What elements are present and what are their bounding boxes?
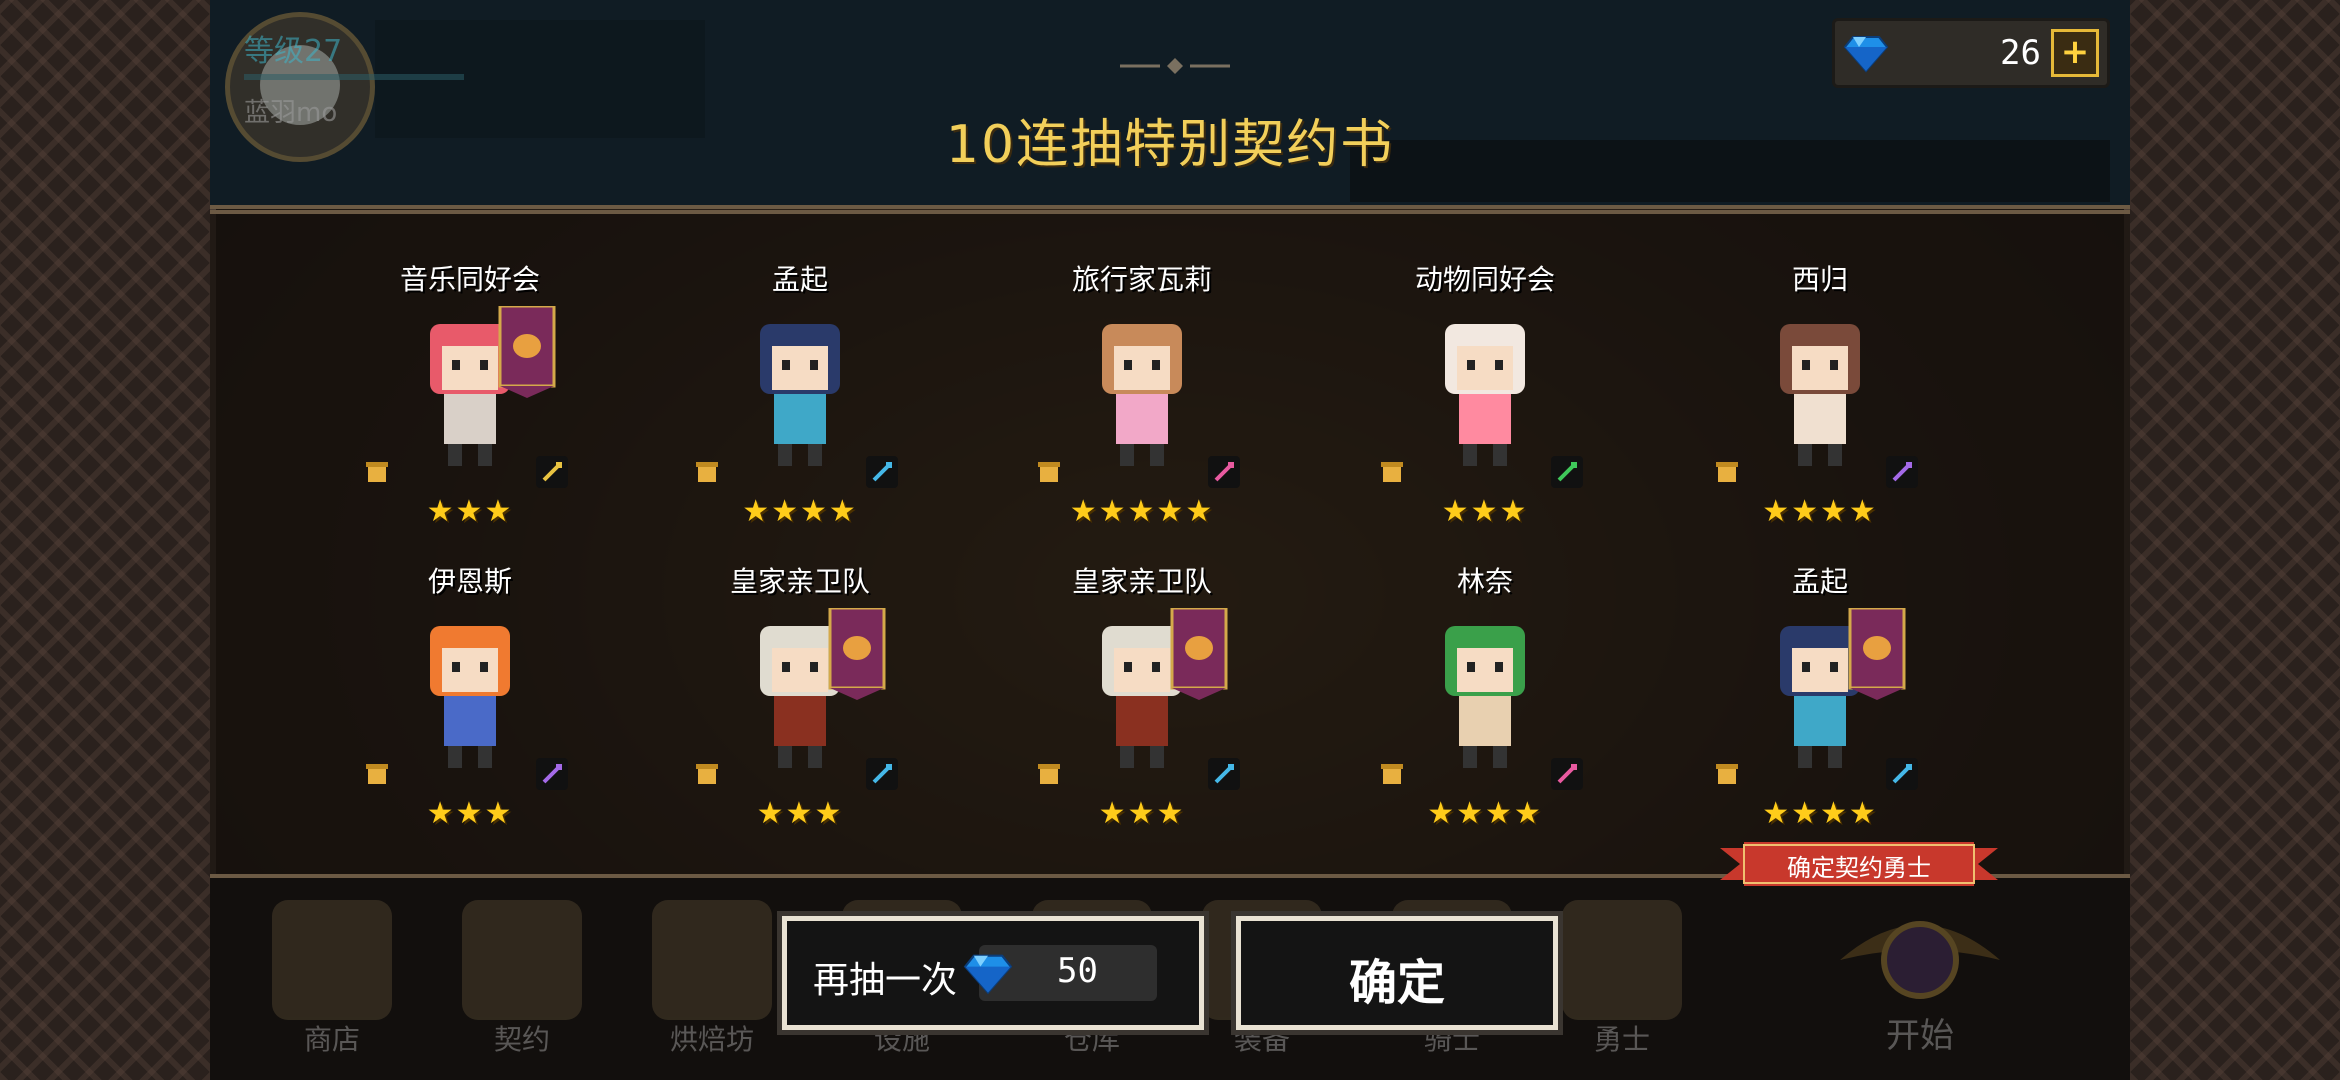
hero-sprite xyxy=(1780,324,1860,466)
scroll-icon xyxy=(1038,764,1060,784)
hero-card[interactable]: 动物同好会 ★★★ xyxy=(1345,258,1625,558)
sword-icon xyxy=(1886,758,1918,790)
star-rating: ★★★★★ xyxy=(1069,494,1215,529)
bakery-icon xyxy=(652,900,772,1020)
hero-card[interactable]: 西归 ★★★★ xyxy=(1680,258,1960,558)
draw-again-label: 再抽一次 xyxy=(813,960,958,1001)
nav-label: 勇士 xyxy=(1593,1023,1650,1056)
star-rating: ★★★★ xyxy=(742,494,858,529)
hero-name: 伊恩斯 xyxy=(427,565,512,598)
hero-name: 孟起 xyxy=(1791,565,1848,598)
star-rating: ★★★ xyxy=(756,796,844,831)
banner-icon xyxy=(828,608,886,700)
hero-name: 西归 xyxy=(1791,263,1848,296)
hero-card[interactable]: 林奈 ★★★★ xyxy=(1345,560,1625,860)
title-ornament-icon xyxy=(1120,58,1230,74)
scroll-icon xyxy=(1716,764,1738,784)
hero-name: 音乐同好会 xyxy=(399,263,540,296)
hero-sprite xyxy=(1102,324,1182,466)
hero-name: 动物同好会 xyxy=(1414,263,1555,296)
draw-cost: 50 xyxy=(1057,951,1098,991)
hero-name: 林奈 xyxy=(1456,565,1513,598)
hero-card[interactable]: 旅行家瓦莉 ★★★★★ xyxy=(1002,258,1282,558)
ornate-start-icon xyxy=(1840,921,2000,999)
scroll-icon xyxy=(696,462,718,482)
star-rating: ★★★ xyxy=(1098,796,1186,831)
healer-icon xyxy=(1208,456,1240,488)
sword-icon xyxy=(1208,758,1240,790)
nav-bakery: 烘焙坊 xyxy=(642,890,782,1070)
nav-label: 契约 xyxy=(493,1023,550,1056)
hero-name: 皇家亲卫队 xyxy=(729,565,870,598)
nav-contract: 契约 xyxy=(452,890,592,1070)
gem-count: 26 xyxy=(2000,33,2041,73)
hero-sprite xyxy=(1445,626,1525,768)
hero-name: 旅行家瓦莉 xyxy=(1071,263,1212,296)
hero-card[interactable]: 皇家亲卫队 ★★★ xyxy=(660,560,940,860)
staff-icon xyxy=(536,456,568,488)
scroll-icon xyxy=(366,764,388,784)
nav-hero: 勇士 xyxy=(1552,890,1692,1070)
nav-shop: 商店 xyxy=(262,890,402,1070)
support-icon xyxy=(1551,456,1583,488)
start-emblem: 开始 xyxy=(1800,900,2040,1070)
banner-icon xyxy=(1848,608,1906,700)
contract-icon xyxy=(462,900,582,1020)
nav-label: 商店 xyxy=(303,1023,360,1056)
banner-icon xyxy=(498,306,556,398)
wand-icon xyxy=(536,758,568,790)
nav-label: 烘焙坊 xyxy=(669,1023,754,1056)
banner-icon xyxy=(1170,608,1228,700)
gem-counter: 26 + xyxy=(1832,18,2110,88)
diamond-icon xyxy=(963,954,1013,995)
confirm-label: 确定 xyxy=(1348,955,1445,1011)
star-rating: ★★★ xyxy=(1441,494,1529,529)
hero-name: 孟起 xyxy=(771,263,828,296)
sword-icon xyxy=(866,758,898,790)
scroll-icon xyxy=(1038,462,1060,482)
star-rating: ★★★★ xyxy=(1762,494,1878,529)
hero-sprite xyxy=(760,324,840,466)
hero-card[interactable]: 孟起 ★★★★ xyxy=(660,258,940,558)
helmet-icon xyxy=(1562,900,1682,1020)
star-rating: ★★★ xyxy=(426,796,514,831)
star-rating: ★★★ xyxy=(426,494,514,529)
confirm-ribbon-label: 确定契约勇士 xyxy=(1787,854,1931,882)
page-title: 10连抽特别契约书 xyxy=(945,115,1395,175)
hero-card[interactable]: 孟起 ★★★★ xyxy=(1680,560,1960,860)
cost-box: 50 xyxy=(963,945,1157,1001)
hero-name: 皇家亲卫队 xyxy=(1071,565,1212,598)
player-level: 等级27 xyxy=(244,34,343,69)
star-rating: ★★★★ xyxy=(1762,796,1878,831)
scroll-icon xyxy=(1381,462,1403,482)
sword-icon xyxy=(866,456,898,488)
scroll-icon xyxy=(1381,764,1403,784)
exp-bar xyxy=(244,74,464,80)
scroll-icon xyxy=(366,462,388,482)
shop-icon xyxy=(272,900,392,1020)
add-gems-button[interactable]: + xyxy=(2051,29,2099,77)
wand-icon xyxy=(1886,456,1918,488)
confirm-button[interactable]: 确定 xyxy=(1236,916,1558,1030)
start-label: 开始 xyxy=(1886,1016,1954,1056)
scroll-icon xyxy=(696,764,718,784)
hero-card[interactable]: 伊恩斯 ★★★ xyxy=(330,560,610,860)
hero-card[interactable]: 音乐同好会 ★★★ xyxy=(330,258,610,558)
hero-sprite xyxy=(1445,324,1525,466)
hero-sprite xyxy=(430,626,510,768)
draw-again-button[interactable]: 再抽一次 50 xyxy=(782,916,1204,1030)
diamond-icon xyxy=(1843,36,1889,73)
scroll-icon xyxy=(1716,462,1738,482)
healer-icon xyxy=(1551,758,1583,790)
star-rating: ★★★★ xyxy=(1427,796,1543,831)
hero-card[interactable]: 皇家亲卫队 ★★★ xyxy=(1002,560,1282,860)
